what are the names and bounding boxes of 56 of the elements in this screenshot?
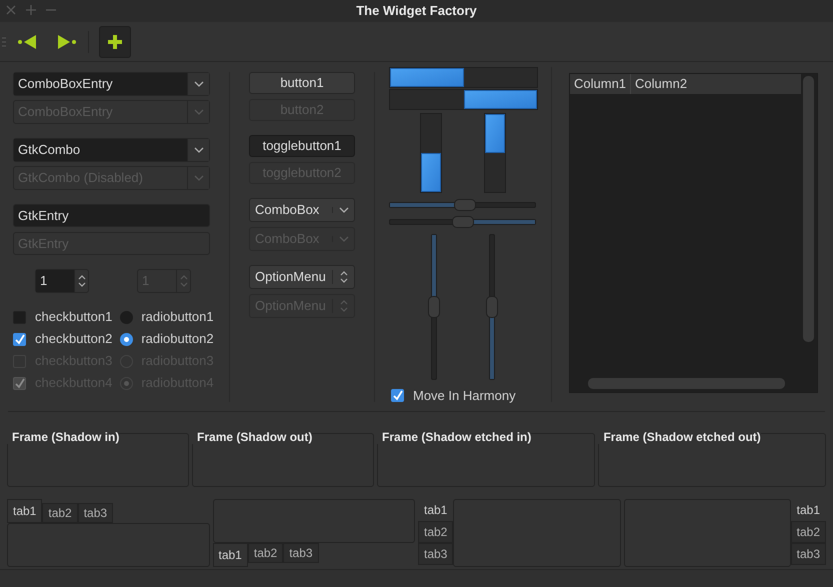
up-down-arrows-icon — [340, 270, 348, 284]
forward-arrow-icon — [55, 34, 77, 48]
checkbox-label: checkbutton1 — [35, 308, 112, 326]
maximize-icon[interactable] — [26, 5, 36, 15]
chevron-down-icon — [194, 109, 204, 115]
chevron-down-icon — [194, 81, 204, 87]
toolbar-button[interactable] — [99, 26, 131, 58]
tab[interactable]: tab2 — [418, 521, 454, 543]
spin-button[interactable]: 1 — [35, 269, 89, 293]
radio-button[interactable] — [120, 332, 134, 346]
column-header[interactable]: Column2 — [630, 74, 692, 94]
combo-box[interactable]: ComboBox — [249, 198, 355, 222]
checkbox[interactable] — [391, 389, 404, 402]
radio-button[interactable] — [120, 310, 134, 324]
tab[interactable]: tab1 — [212, 543, 248, 567]
radio-label: radiobutton1 — [141, 308, 214, 326]
checkbox[interactable] — [13, 332, 26, 346]
slider-thumb[interactable] — [452, 216, 474, 228]
combo-entry-text: GtkCombo — [14, 139, 187, 161]
tab[interactable]: tab2 — [248, 543, 284, 563]
slider-thumb[interactable] — [454, 199, 476, 211]
tab[interactable]: tab3 — [78, 503, 114, 523]
tab[interactable]: tab2 — [790, 521, 826, 543]
toggle-button[interactable]: togglebutton1 — [249, 135, 355, 157]
chevron-down-icon — [338, 207, 348, 213]
text-entry[interactable]: GtkEntry — [13, 204, 210, 227]
tab[interactable]: tab1 — [7, 499, 42, 523]
combo-entry-text: ComboBoxEntry — [14, 73, 187, 95]
window-title: The Widget Factory — [356, 2, 477, 20]
combo-entry[interactable]: GtkCombo — [13, 138, 210, 162]
slider-thumb[interactable] — [428, 296, 440, 318]
radio-label: radiobutton2 — [141, 330, 214, 348]
back-arrow-icon — [17, 34, 39, 48]
combo-entry[interactable]: ComboBoxEntry — [13, 72, 210, 96]
tab[interactable]: tab2 — [42, 503, 78, 523]
frame-label: Frame (Shadow etched out) — [598, 430, 761, 444]
checkbox-label: checkbutton2 — [35, 330, 112, 348]
chevron-down-icon — [194, 175, 204, 181]
column-header[interactable]: Column1 — [570, 74, 630, 94]
tab[interactable]: tab3 — [283, 543, 319, 563]
close-icon[interactable] — [6, 5, 16, 15]
spin-arrows-icon — [180, 274, 188, 288]
chevron-down-icon — [338, 236, 348, 242]
tab[interactable]: tab3 — [790, 543, 826, 565]
plus-icon — [107, 34, 123, 50]
push-button[interactable]: button1 — [249, 72, 355, 94]
tab[interactable]: tab3 — [418, 543, 454, 565]
up-down-arrows-icon — [340, 299, 348, 313]
slider-thumb[interactable] — [486, 296, 498, 318]
option-menu[interactable]: OptionMenu — [249, 265, 355, 289]
chevron-down-icon — [194, 147, 204, 153]
frame-label: Frame (Shadow etched in) — [377, 430, 532, 444]
checkbox-label: Move In Harmony — [413, 387, 516, 405]
frame-label: Frame (Shadow in) — [7, 430, 120, 444]
spin-arrows-icon — [78, 274, 86, 288]
frame-label: Frame (Shadow out) — [192, 430, 312, 444]
